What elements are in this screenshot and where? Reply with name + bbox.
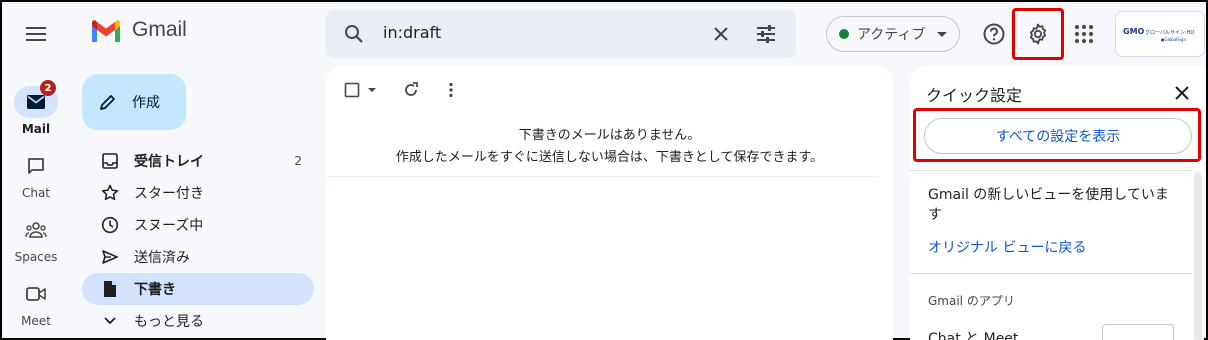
gear-icon <box>1029 23 1047 45</box>
search-input[interactable]: in:draft <box>383 23 441 42</box>
empty-state-title: 下書きのメールはありません。 <box>518 128 701 143</box>
svg-text:●GlobalSign: ●GlobalSign <box>1161 37 1186 42</box>
rail-spaces[interactable]: Spaces <box>2 214 70 264</box>
account-logo[interactable]: GMO グローバルサイン·HD ●GlobalSign <box>1115 11 1205 57</box>
original-view-link[interactable]: オリジナル ビューに戻る <box>928 237 1086 257</box>
rail-meet[interactable]: Meet <box>2 278 70 328</box>
empty-state-description: 作成したメールをすぐに送信しない場合は、下書きとして保存できます。 <box>395 150 824 165</box>
hamburger-icon <box>26 27 46 41</box>
view-section: Gmail の新しいビューを使用しています オリジナル ビューに戻る <box>910 170 1192 274</box>
svg-text:グローバルサイン·HD: グローバルサイン·HD <box>1145 29 1194 36</box>
new-view-text: Gmail の新しいビューを使用しています <box>928 187 1169 223</box>
nav-item-sent[interactable]: 送信済み <box>82 241 314 273</box>
list-divider <box>326 176 878 177</box>
pencil-icon <box>100 95 115 110</box>
draft-icon <box>100 279 120 299</box>
search-options-icon[interactable] <box>754 22 778 46</box>
gmail-logo[interactable]: Gmail <box>90 18 187 42</box>
spaces-icon <box>25 222 47 238</box>
star-icon <box>100 183 120 203</box>
apps-grid-icon[interactable] <box>1072 22 1096 46</box>
nav-item-snoozed[interactable]: スヌーズ中 <box>82 209 314 241</box>
nav-label-more: もっと見る <box>134 314 204 330</box>
caret-down-icon[interactable] <box>366 84 378 96</box>
inbox-icon <box>100 151 120 171</box>
apps-heading: Gmail のアプリ <box>928 294 1015 308</box>
app-name: Gmail <box>132 18 187 41</box>
nav-label-drafts: 下書き <box>134 282 176 298</box>
send-icon <box>100 247 120 267</box>
gmail-m-icon <box>92 20 120 42</box>
refresh-icon <box>405 82 418 96</box>
refresh-button[interactable] <box>402 80 420 100</box>
quick-settings-panel: クイック設定 すべての設定を表示 Gmail の新しいビューを使用しています オ… <box>910 66 1204 340</box>
more-options-button[interactable] <box>442 80 460 100</box>
close-icon[interactable] <box>1172 83 1192 103</box>
settings-button[interactable] <box>1012 8 1064 60</box>
rail-spaces-label: Spaces <box>14 250 58 264</box>
rail-meet-label: Meet <box>21 314 51 328</box>
quick-settings-title: クイック設定 <box>926 86 1023 105</box>
clear-search-icon[interactable] <box>709 22 733 46</box>
nav-label-starred: スター付き <box>134 186 204 202</box>
unread-badge: 2 <box>40 80 56 96</box>
nav-label-snoozed: スヌーズ中 <box>134 218 204 234</box>
nav-item-drafts[interactable]: 下書き <box>82 273 314 305</box>
rail-mail-button[interactable]: 2 <box>14 80 58 118</box>
help-icon[interactable] <box>982 22 1006 46</box>
chat-icon <box>28 158 44 174</box>
inbox-count: 2 <box>294 154 302 168</box>
active-status-dot <box>839 29 849 39</box>
checkbox-icon <box>344 82 360 98</box>
mail-icon <box>27 95 45 109</box>
compose-button[interactable]: 作成 <box>82 74 186 130</box>
status-label: アクティブ <box>857 27 926 43</box>
rail-chat-button[interactable] <box>14 150 58 182</box>
more-vert-icon <box>449 82 453 98</box>
scrollbar[interactable] <box>1194 172 1202 340</box>
search-icon[interactable] <box>342 22 366 46</box>
rail-meet-button[interactable] <box>14 278 58 310</box>
company-logo: GMO グローバルサイン·HD ●GlobalSign <box>1123 27 1194 42</box>
nav-item-starred[interactable]: スター付き <box>82 177 314 209</box>
nav-item-inbox[interactable]: 受信トレイ 2 <box>82 145 314 177</box>
svg-text:GMO: GMO <box>1123 27 1145 36</box>
clock-icon <box>100 215 120 235</box>
rail-spaces-button[interactable] <box>14 214 58 246</box>
chat-meet-label: Chat と Meet <box>928 331 1019 340</box>
nav-item-more[interactable]: もっと見る <box>82 305 314 337</box>
chat-meet-preview[interactable] <box>1102 324 1174 340</box>
draft-list-panel: 下書きのメールはありません。 作成したメールをすぐに送信しない場合は、下書きとし… <box>326 66 893 340</box>
nav-label-inbox: 受信トレイ <box>134 154 204 170</box>
status-selector[interactable]: アクティブ <box>826 16 960 52</box>
see-all-settings-button[interactable]: すべての設定を表示 <box>924 118 1192 154</box>
nav-label-sent: 送信済み <box>134 250 190 266</box>
meet-icon <box>26 287 46 301</box>
chevron-down-icon <box>100 311 120 331</box>
compose-label: 作成 <box>132 95 160 111</box>
search-bar[interactable]: in:draft <box>326 10 796 58</box>
rail-chat[interactable]: Chat <box>2 150 70 200</box>
rail-mail-label: Mail <box>21 122 51 136</box>
caret-down-icon <box>937 31 948 37</box>
select-all-checkbox[interactable] <box>344 80 378 100</box>
main-menu-button[interactable] <box>22 20 50 48</box>
rail-chat-label: Chat <box>21 186 51 200</box>
rail-mail[interactable]: 2 Mail <box>2 80 70 136</box>
